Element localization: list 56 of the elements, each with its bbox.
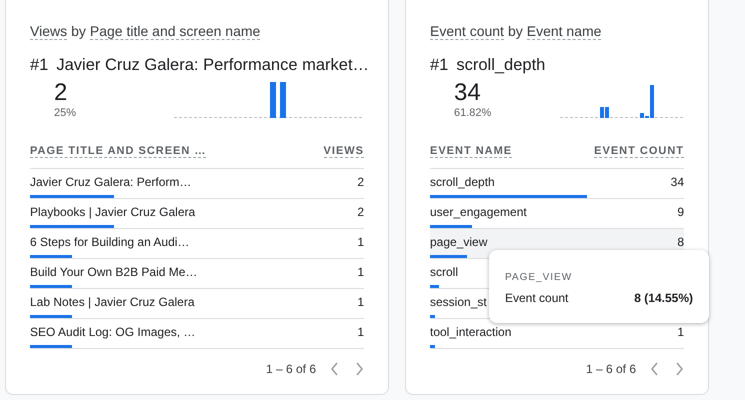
row-value: 1	[357, 265, 364, 281]
row-name: session_st	[430, 295, 487, 311]
table-row[interactable]: Lab Notes | Javier Cruz Galera 1	[30, 289, 364, 319]
table-row[interactable]: Playbooks | Javier Cruz Galera 2	[30, 199, 364, 229]
rank-label: #1	[430, 56, 448, 75]
tooltip-title: PAGE_VIEW	[505, 272, 574, 283]
previous-page-button[interactable]	[330, 361, 340, 377]
table-row[interactable]: Javier Cruz Galera: Perform… 2	[30, 169, 364, 199]
dimension-label[interactable]: Event name	[526, 22, 602, 40]
row-name: user_engagement	[430, 205, 527, 221]
row-name: Playbooks | Javier Cruz Galera	[30, 205, 196, 221]
row-value: 2	[357, 205, 364, 221]
top-item-name: scroll_depth	[456, 56, 546, 75]
next-page-button[interactable]	[674, 361, 684, 377]
row-value: 9	[677, 205, 684, 221]
row-name: scroll	[430, 265, 458, 281]
row-name: scroll_depth	[430, 175, 495, 191]
row-name: tool_interaction	[430, 325, 512, 341]
table-row[interactable]: Build Your Own B2B Paid Me… 1	[30, 259, 364, 289]
pagination-label: 1 – 6 of 6	[266, 362, 316, 376]
column-header[interactable]: EVENT COUNT	[594, 145, 684, 158]
table-row[interactable]: SEO Audit Log: OG Images, … 1	[30, 319, 364, 349]
next-page-button[interactable]	[354, 361, 364, 377]
tooltip-label: Event count	[505, 291, 568, 305]
row-value: 1	[357, 295, 364, 311]
dimension-label[interactable]: Page title and screen name	[90, 22, 260, 40]
row-name: 6 Steps for Building an Audi…	[30, 235, 190, 251]
row-name: Javier Cruz Galera: Perform…	[30, 175, 192, 191]
row-name: SEO Audit Log: OG Images, …	[30, 325, 196, 341]
table-row[interactable]: 6 Steps for Building an Audi… 1	[30, 229, 364, 259]
top-value: 2	[54, 79, 68, 107]
previous-page-button[interactable]	[650, 361, 660, 377]
row-value: 2	[357, 175, 364, 191]
top-share: 25%	[54, 107, 78, 119]
row-name: page_view	[430, 235, 488, 251]
row-name: Build Your Own B2B Paid Me…	[30, 265, 198, 281]
top-share: 61.82%	[454, 107, 492, 119]
title-connector: by	[71, 23, 86, 39]
column-header[interactable]: VIEWS	[324, 145, 364, 158]
table-row[interactable]: scroll_depth 34	[430, 169, 684, 199]
row-value: 1	[357, 235, 364, 251]
rank-label: #1	[30, 56, 48, 75]
row-name: Lab Notes | Javier Cruz Galera	[30, 295, 195, 311]
pagination-label: 1 – 6 of 6	[586, 362, 636, 376]
row-value: 1	[677, 325, 684, 341]
row-value: 34	[670, 175, 684, 191]
column-header[interactable]: EVENT NAME	[430, 145, 512, 158]
top-value: 34	[454, 79, 482, 107]
metric-label[interactable]: Event count	[430, 22, 504, 40]
tooltip-value: 8 (14.55%)	[634, 291, 693, 305]
metric-label[interactable]: Views	[30, 22, 68, 40]
top-item-name: Javier Cruz Galera: Performance market…	[56, 56, 370, 75]
column-header[interactable]: PAGE TITLE AND SCREEN …	[30, 145, 206, 158]
title-connector: by	[508, 23, 523, 39]
row-value: 8	[677, 235, 684, 251]
row-value: 1	[357, 325, 364, 341]
